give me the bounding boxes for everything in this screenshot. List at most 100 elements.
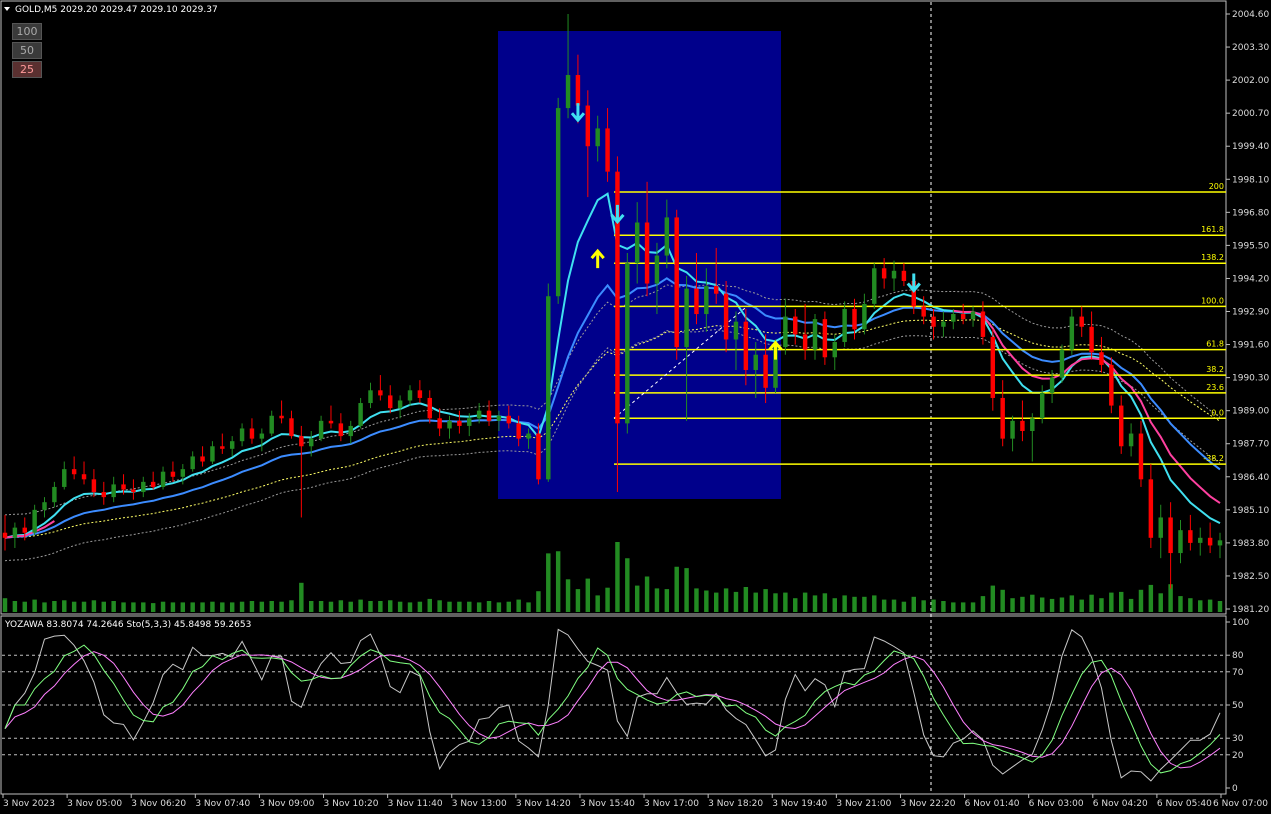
bar-body [338,423,344,437]
bar-body [1030,418,1035,432]
bar-body [546,296,551,480]
price-tick-label: 1990.30 [1232,374,1269,384]
time-tick-label: 3 Nov 11:40 [388,799,443,809]
bar-body [536,433,541,480]
level-tick-label: 80 [1232,651,1244,661]
bar-body [1198,537,1203,543]
bar-body [1158,517,1163,538]
bar-body [1039,392,1045,419]
bar-body [397,400,403,409]
time-tick-label: 3 Nov 10:20 [324,799,379,809]
price-tick-label: 1999.40 [1232,142,1269,152]
bar-body [318,420,324,439]
bar-body [1178,530,1183,554]
bar-body [1020,420,1025,432]
bar-body [516,423,521,439]
bar-body [1217,540,1223,546]
bar-body [713,286,719,294]
bar-body [575,75,581,106]
zoom-25-button[interactable]: 25 [12,61,42,78]
bar-body [160,471,166,487]
bar-body [239,428,245,442]
bar-body [852,308,857,330]
bar-body [1118,405,1124,447]
time-tick-label: 3 Nov 13:00 [452,799,507,809]
trading-chart[interactable]: 200161.8138.2100.061.838.223.60.0-38.2 2… [0,0,1271,814]
fib-label: 161.8 [1201,225,1224,234]
bar-body [190,456,195,470]
zoom-50-button[interactable]: 50 [12,42,42,59]
bar-body [753,354,758,370]
bar-body [733,321,739,340]
time-tick-label: 6 Nov 04:20 [1093,799,1148,809]
bar-body [111,484,116,498]
bar-body [52,486,57,503]
bar-body [1079,316,1084,327]
level-tick-label: 30 [1232,734,1244,744]
bar-body [694,288,699,315]
time-tick-label: 3 Nov 05:00 [67,799,122,809]
bar-body [467,418,472,426]
time-tick-label: 3 Nov 2023 [3,799,55,809]
zoom-100-button[interactable]: 100 [12,23,42,40]
time-tick-label: 3 Nov 06:20 [131,799,186,809]
bar-body [101,492,107,498]
bar-body [506,415,512,424]
bar-body [684,288,689,348]
bar-body [704,286,709,315]
fib-label: 23.6 [1206,383,1224,392]
bar-body [12,527,18,538]
bar-body [1099,352,1104,365]
bar-body [802,334,808,350]
bar-body [358,403,363,426]
bar-body [644,222,650,284]
bar-body [921,306,926,317]
price-tick-label: 1995.50 [1232,241,1269,251]
price-tick-label: 1986.40 [1232,473,1269,483]
bar-body [1138,433,1144,480]
bar-body [486,410,492,421]
bar-body [121,484,126,490]
level-tick-label: 100 [1232,618,1249,628]
price-tick-label: 1983.80 [1232,539,1269,549]
bar-body [437,418,442,429]
bar-body [348,425,353,437]
bar-body [783,316,788,348]
price-tick-label: 1981.20 [1232,605,1269,615]
fib-label: 138.2 [1201,253,1224,262]
bar-body [289,418,294,437]
price-tick-label: 1998.10 [1232,175,1269,185]
bar-body [150,481,156,487]
time-tick-label: 3 Nov 09:00 [259,799,314,809]
bar-body [634,222,640,264]
time-tick-label: 6 Nov 07:00 [1213,799,1268,809]
price-tick-label: 2004.60 [1232,10,1269,20]
bar-body [862,303,867,330]
bar-body [970,311,976,320]
bar-body [674,217,679,348]
bar-body [496,415,502,421]
fib-label: 100.0 [1201,296,1224,305]
bar-body [249,428,255,439]
bar-body [378,390,383,396]
price-tick-label: 1996.80 [1232,208,1269,218]
bar-body [881,268,887,279]
bar-body [625,263,630,424]
bar-body [81,474,87,480]
bar-body [1000,397,1005,439]
fib-label: 61.8 [1206,340,1224,349]
bar-body [447,420,452,429]
bar-body [605,128,610,172]
bar-body [1109,364,1114,406]
bar-body [941,321,946,327]
bar-body [960,314,966,320]
bar-body [1128,433,1134,447]
level-tick-label: 0 [1232,784,1238,794]
bar-body [555,108,561,297]
time-tick-label: 6 Nov 05:40 [1157,799,1212,809]
bar-body [368,390,373,404]
time-tick-label: 6 Nov 03:00 [1029,799,1084,809]
bar-body [269,415,274,434]
bar-body [141,481,146,493]
time-tick-label: 3 Nov 18:20 [708,799,763,809]
